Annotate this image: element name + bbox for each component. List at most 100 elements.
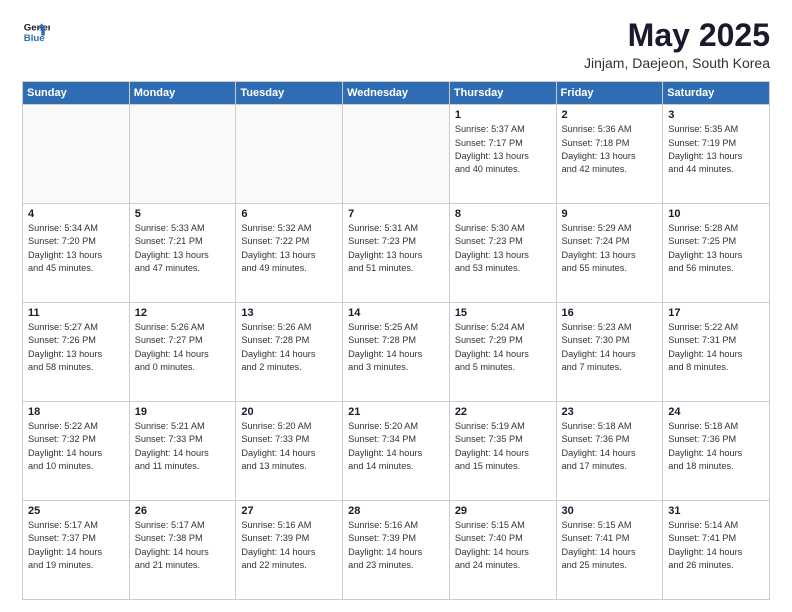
table-row: 5 Sunrise: 5:33 AMSunset: 7:21 PMDaylight… [129, 204, 236, 303]
calendar-week-row: 11Sunrise: 5:27 AMSunset: 7:26 PMDayligh… [23, 303, 770, 402]
day-number: 26 [135, 505, 231, 517]
day-number: 10 [668, 208, 764, 220]
table-row: 23 Sunrise: 5:18 AMSunset: 7:36 PMDayligh… [556, 402, 663, 501]
day-number: 9 [562, 208, 658, 220]
day-number: 1 [455, 109, 551, 121]
day-number: 4 [28, 208, 124, 220]
day-info: Sunrise: 5:37 AMSunset: 7:17 PMDaylight:… [455, 123, 551, 176]
day-info: Sunrise: 5:15 AMSunset: 7:41 PMDaylight:… [562, 519, 658, 572]
day-number: 3 [668, 109, 764, 121]
col-thursday: Thursday [449, 82, 556, 105]
calendar-week-row: 4 Sunrise: 5:34 AMSunset: 7:20 PMDaylight… [23, 204, 770, 303]
table-row: 12Sunrise: 5:26 AMSunset: 7:27 PMDayligh… [129, 303, 236, 402]
day-number: 23 [562, 406, 658, 418]
col-tuesday: Tuesday [236, 82, 343, 105]
day-number: 11 [28, 307, 124, 319]
table-row: 4 Sunrise: 5:34 AMSunset: 7:20 PMDaylight… [23, 204, 130, 303]
table-row: 7 Sunrise: 5:31 AMSunset: 7:23 PMDaylight… [343, 204, 450, 303]
table-row: 25Sunrise: 5:17 AMSunset: 7:37 PMDayligh… [23, 501, 130, 600]
table-row: 24 Sunrise: 5:18 AMSunset: 7:36 PMDayligh… [663, 402, 770, 501]
page: General Blue May 2025 Jinjam, Daejeon, S… [0, 0, 792, 612]
calendar-week-row: 18Sunrise: 5:22 AMSunset: 7:32 PMDayligh… [23, 402, 770, 501]
table-row: 1 Sunrise: 5:37 AMSunset: 7:17 PMDaylight… [449, 105, 556, 204]
day-number: 14 [348, 307, 444, 319]
svg-text:General: General [24, 22, 50, 33]
table-row: 2Sunrise: 5:36 AMSunset: 7:18 PMDaylight… [556, 105, 663, 204]
table-row: 18Sunrise: 5:22 AMSunset: 7:32 PMDayligh… [23, 402, 130, 501]
col-wednesday: Wednesday [343, 82, 450, 105]
day-number: 2 [562, 109, 658, 121]
day-info: Sunrise: 5:21 AMSunset: 7:33 PMDaylight:… [135, 420, 231, 473]
day-info: Sunrise: 5:19 AMSunset: 7:35 PMDaylight:… [455, 420, 551, 473]
day-number: 15 [455, 307, 551, 319]
day-number: 18 [28, 406, 124, 418]
day-info: Sunrise: 5:20 AMSunset: 7:34 PMDaylight:… [348, 420, 444, 473]
header: General Blue May 2025 Jinjam, Daejeon, S… [22, 18, 770, 71]
day-info: Sunrise: 5:34 AMSunset: 7:20 PMDaylight:… [28, 222, 124, 275]
day-info: Sunrise: 5:17 AMSunset: 7:38 PMDaylight:… [135, 519, 231, 572]
day-number: 30 [562, 505, 658, 517]
day-info: Sunrise: 5:22 AMSunset: 7:31 PMDaylight:… [668, 321, 764, 374]
table-row: 20 Sunrise: 5:20 AMSunset: 7:33 PMDayligh… [236, 402, 343, 501]
day-info: Sunrise: 5:18 AMSunset: 7:36 PMDaylight:… [562, 420, 658, 473]
day-number: 29 [455, 505, 551, 517]
table-row [343, 105, 450, 204]
day-number: 24 [668, 406, 764, 418]
table-row: 22 Sunrise: 5:19 AMSunset: 7:35 PMDayligh… [449, 402, 556, 501]
main-title: May 2025 [584, 18, 770, 53]
table-row: 14 Sunrise: 5:25 AMSunset: 7:28 PMDayligh… [343, 303, 450, 402]
day-number: 13 [241, 307, 337, 319]
logo: General Blue [22, 18, 50, 46]
day-number: 7 [348, 208, 444, 220]
table-row: 11Sunrise: 5:27 AMSunset: 7:26 PMDayligh… [23, 303, 130, 402]
day-number: 27 [241, 505, 337, 517]
table-row: 27 Sunrise: 5:16 AMSunset: 7:39 PMDayligh… [236, 501, 343, 600]
calendar-week-row: 1 Sunrise: 5:37 AMSunset: 7:17 PMDaylight… [23, 105, 770, 204]
day-info: Sunrise: 5:16 AMSunset: 7:39 PMDaylight:… [241, 519, 337, 572]
day-info: Sunrise: 5:23 AMSunset: 7:30 PMDaylight:… [562, 321, 658, 374]
logo-icon: General Blue [22, 18, 50, 46]
day-info: Sunrise: 5:31 AMSunset: 7:23 PMDaylight:… [348, 222, 444, 275]
day-number: 20 [241, 406, 337, 418]
day-info: Sunrise: 5:18 AMSunset: 7:36 PMDaylight:… [668, 420, 764, 473]
day-info: Sunrise: 5:15 AMSunset: 7:40 PMDaylight:… [455, 519, 551, 572]
day-info: Sunrise: 5:29 AMSunset: 7:24 PMDaylight:… [562, 222, 658, 275]
calendar-header-row: Sunday Monday Tuesday Wednesday Thursday… [23, 82, 770, 105]
day-number: 31 [668, 505, 764, 517]
table-row: 16 Sunrise: 5:23 AMSunset: 7:30 PMDayligh… [556, 303, 663, 402]
table-row: 19 Sunrise: 5:21 AMSunset: 7:33 PMDayligh… [129, 402, 236, 501]
day-number: 19 [135, 406, 231, 418]
col-friday: Friday [556, 82, 663, 105]
calendar-table: Sunday Monday Tuesday Wednesday Thursday… [22, 81, 770, 600]
day-info: Sunrise: 5:30 AMSunset: 7:23 PMDaylight:… [455, 222, 551, 275]
table-row: 26 Sunrise: 5:17 AMSunset: 7:38 PMDayligh… [129, 501, 236, 600]
day-info: Sunrise: 5:33 AMSunset: 7:21 PMDaylight:… [135, 222, 231, 275]
table-row: 9 Sunrise: 5:29 AMSunset: 7:24 PMDaylight… [556, 204, 663, 303]
day-info: Sunrise: 5:17 AMSunset: 7:37 PMDaylight:… [28, 519, 124, 572]
day-info: Sunrise: 5:20 AMSunset: 7:33 PMDaylight:… [241, 420, 337, 473]
day-info: Sunrise: 5:24 AMSunset: 7:29 PMDaylight:… [455, 321, 551, 374]
table-row: 29 Sunrise: 5:15 AMSunset: 7:40 PMDayligh… [449, 501, 556, 600]
day-number: 21 [348, 406, 444, 418]
calendar-week-row: 25Sunrise: 5:17 AMSunset: 7:37 PMDayligh… [23, 501, 770, 600]
table-row: 13Sunrise: 5:26 AMSunset: 7:28 PMDayligh… [236, 303, 343, 402]
subtitle: Jinjam, Daejeon, South Korea [584, 55, 770, 71]
day-number: 16 [562, 307, 658, 319]
day-number: 5 [135, 208, 231, 220]
table-row: 3 Sunrise: 5:35 AMSunset: 7:19 PMDaylight… [663, 105, 770, 204]
table-row: 31 Sunrise: 5:14 AMSunset: 7:41 PMDayligh… [663, 501, 770, 600]
day-number: 8 [455, 208, 551, 220]
table-row: 8 Sunrise: 5:30 AMSunset: 7:23 PMDaylight… [449, 204, 556, 303]
table-row: 21 Sunrise: 5:20 AMSunset: 7:34 PMDayligh… [343, 402, 450, 501]
day-number: 17 [668, 307, 764, 319]
table-row: 15 Sunrise: 5:24 AMSunset: 7:29 PMDayligh… [449, 303, 556, 402]
day-number: 12 [135, 307, 231, 319]
day-number: 6 [241, 208, 337, 220]
day-info: Sunrise: 5:14 AMSunset: 7:41 PMDaylight:… [668, 519, 764, 572]
day-number: 22 [455, 406, 551, 418]
col-monday: Monday [129, 82, 236, 105]
day-info: Sunrise: 5:35 AMSunset: 7:19 PMDaylight:… [668, 123, 764, 176]
day-info: Sunrise: 5:32 AMSunset: 7:22 PMDaylight:… [241, 222, 337, 275]
table-row: 17 Sunrise: 5:22 AMSunset: 7:31 PMDayligh… [663, 303, 770, 402]
day-info: Sunrise: 5:25 AMSunset: 7:28 PMDaylight:… [348, 321, 444, 374]
